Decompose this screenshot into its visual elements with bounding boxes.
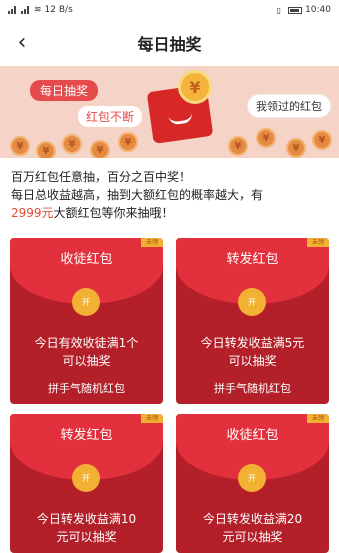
back-arrow-icon[interactable]: ‹ [10, 30, 34, 55]
envelope-condition: 今日转发收益满10 元可以抽奖 [16, 510, 157, 546]
received-envelopes-button[interactable]: 我领过的红包 [247, 94, 331, 118]
non-stop-tag: 红包不断 [78, 106, 143, 127]
coin-icon: ¥ [312, 130, 332, 150]
prize-amount: 2999元 [11, 206, 54, 220]
condition-line-1: 今日转发收益满10 [36, 512, 137, 526]
envelope-condition: 今日转发收益满20 元可以抽奖 [182, 510, 323, 546]
condition-line-2: 元可以抽奖 [56, 530, 117, 544]
open-button[interactable]: 开 [238, 288, 266, 316]
network-speed: 12 B/s [44, 5, 73, 15]
unclaimed-flag: 未领 [141, 238, 163, 247]
coin-icon: ¥ [90, 140, 110, 158]
envelope-label: 收徒红包 [60, 252, 113, 267]
coin-icon: ¥ [118, 132, 138, 152]
banner: ¥ ¥ ¥ ¥ ¥ ¥ ¥ ¥ ¥ 每日抽奖 红包不断 ¥ 我领过的红包 [0, 66, 339, 158]
condition-line-1: 今日转发收益满20 [202, 512, 303, 526]
big-coin-icon: ¥ [178, 70, 212, 104]
condition-line-2: 可以抽奖 [62, 354, 111, 368]
battery-icon [288, 6, 303, 14]
condition-line-2: 元可以抽奖 [222, 530, 283, 544]
status-bar: ≋ 12 B/s ▯ 10:40 [0, 0, 339, 20]
description-line-3: 2999元大额红包等你来抽哦！ [11, 204, 328, 222]
envelope-type: 拼手气随机红包 [48, 382, 125, 395]
wifi-icon: ≋ [34, 5, 42, 15]
description: 百万红包任意抽，百分之百中奖！ 每日总收益越高，抽到大额红包的概率越大，有 29… [0, 158, 339, 222]
clock: 10:40 [305, 5, 331, 15]
coin-icon: ¥ [256, 128, 276, 148]
unclaimed-flag: 未领 [141, 414, 163, 423]
envelope-card[interactable]: 未领 转发红包 开 今日转发收益满10 元可以抽奖 [10, 414, 163, 553]
envelope-type: 拼手气随机红包 [214, 382, 291, 395]
coin-icon: ¥ [36, 141, 56, 158]
description-line-3-suffix: 大额红包等你来抽哦！ [53, 206, 174, 220]
smile-icon [168, 112, 194, 126]
daily-draw-tag: 每日抽奖 [30, 80, 99, 101]
open-button[interactable]: 开 [72, 288, 100, 316]
envelope-card[interactable]: 未领 收徒红包 开 今日有效收徒满1个 可以抽奖 拼手气随机红包 [10, 238, 163, 404]
open-button[interactable]: 开 [72, 464, 100, 492]
envelope-label: 转发红包 [226, 252, 279, 267]
envelope-condition: 今日有效收徒满1个 可以抽奖 [16, 334, 157, 370]
coin-icon: ¥ [62, 134, 82, 154]
condition-line-2: 可以抽奖 [228, 354, 277, 368]
description-line-1: 百万红包任意抽，百分之百中奖！ [11, 170, 192, 184]
signal-icon [8, 6, 18, 14]
unclaimed-flag: 未领 [307, 414, 329, 423]
page-title: 每日抽奖 [137, 35, 202, 54]
unclaimed-flag: 未领 [307, 238, 329, 247]
envelope-label: 转发红包 [60, 428, 113, 443]
coin-icon: ¥ [228, 136, 248, 156]
coin-icon: ¥ [286, 138, 306, 158]
condition-line-1: 今日转发收益满5元 [200, 336, 305, 350]
envelope-card[interactable]: 未领 收徒红包 开 今日转发收益满20 元可以抽奖 [176, 414, 329, 553]
condition-line-1: 今日有效收徒满1个 [34, 336, 139, 350]
vibrate-icon: ▯ [276, 5, 282, 15]
envelope-card[interactable]: 未领 转发红包 开 今日转发收益满5元 可以抽奖 拼手气随机红包 [176, 238, 329, 404]
envelope-label: 收徒红包 [226, 428, 279, 443]
description-line-2: 每日总收益越高，抽到大额红包的概率越大，有 [11, 188, 264, 202]
coin-icon: ¥ [10, 136, 30, 156]
envelope-condition: 今日转发收益满5元 可以抽奖 [182, 334, 323, 370]
open-button[interactable]: 开 [238, 464, 266, 492]
signal-icon-2 [21, 6, 31, 14]
app-header: ‹ 每日抽奖 [0, 20, 339, 66]
